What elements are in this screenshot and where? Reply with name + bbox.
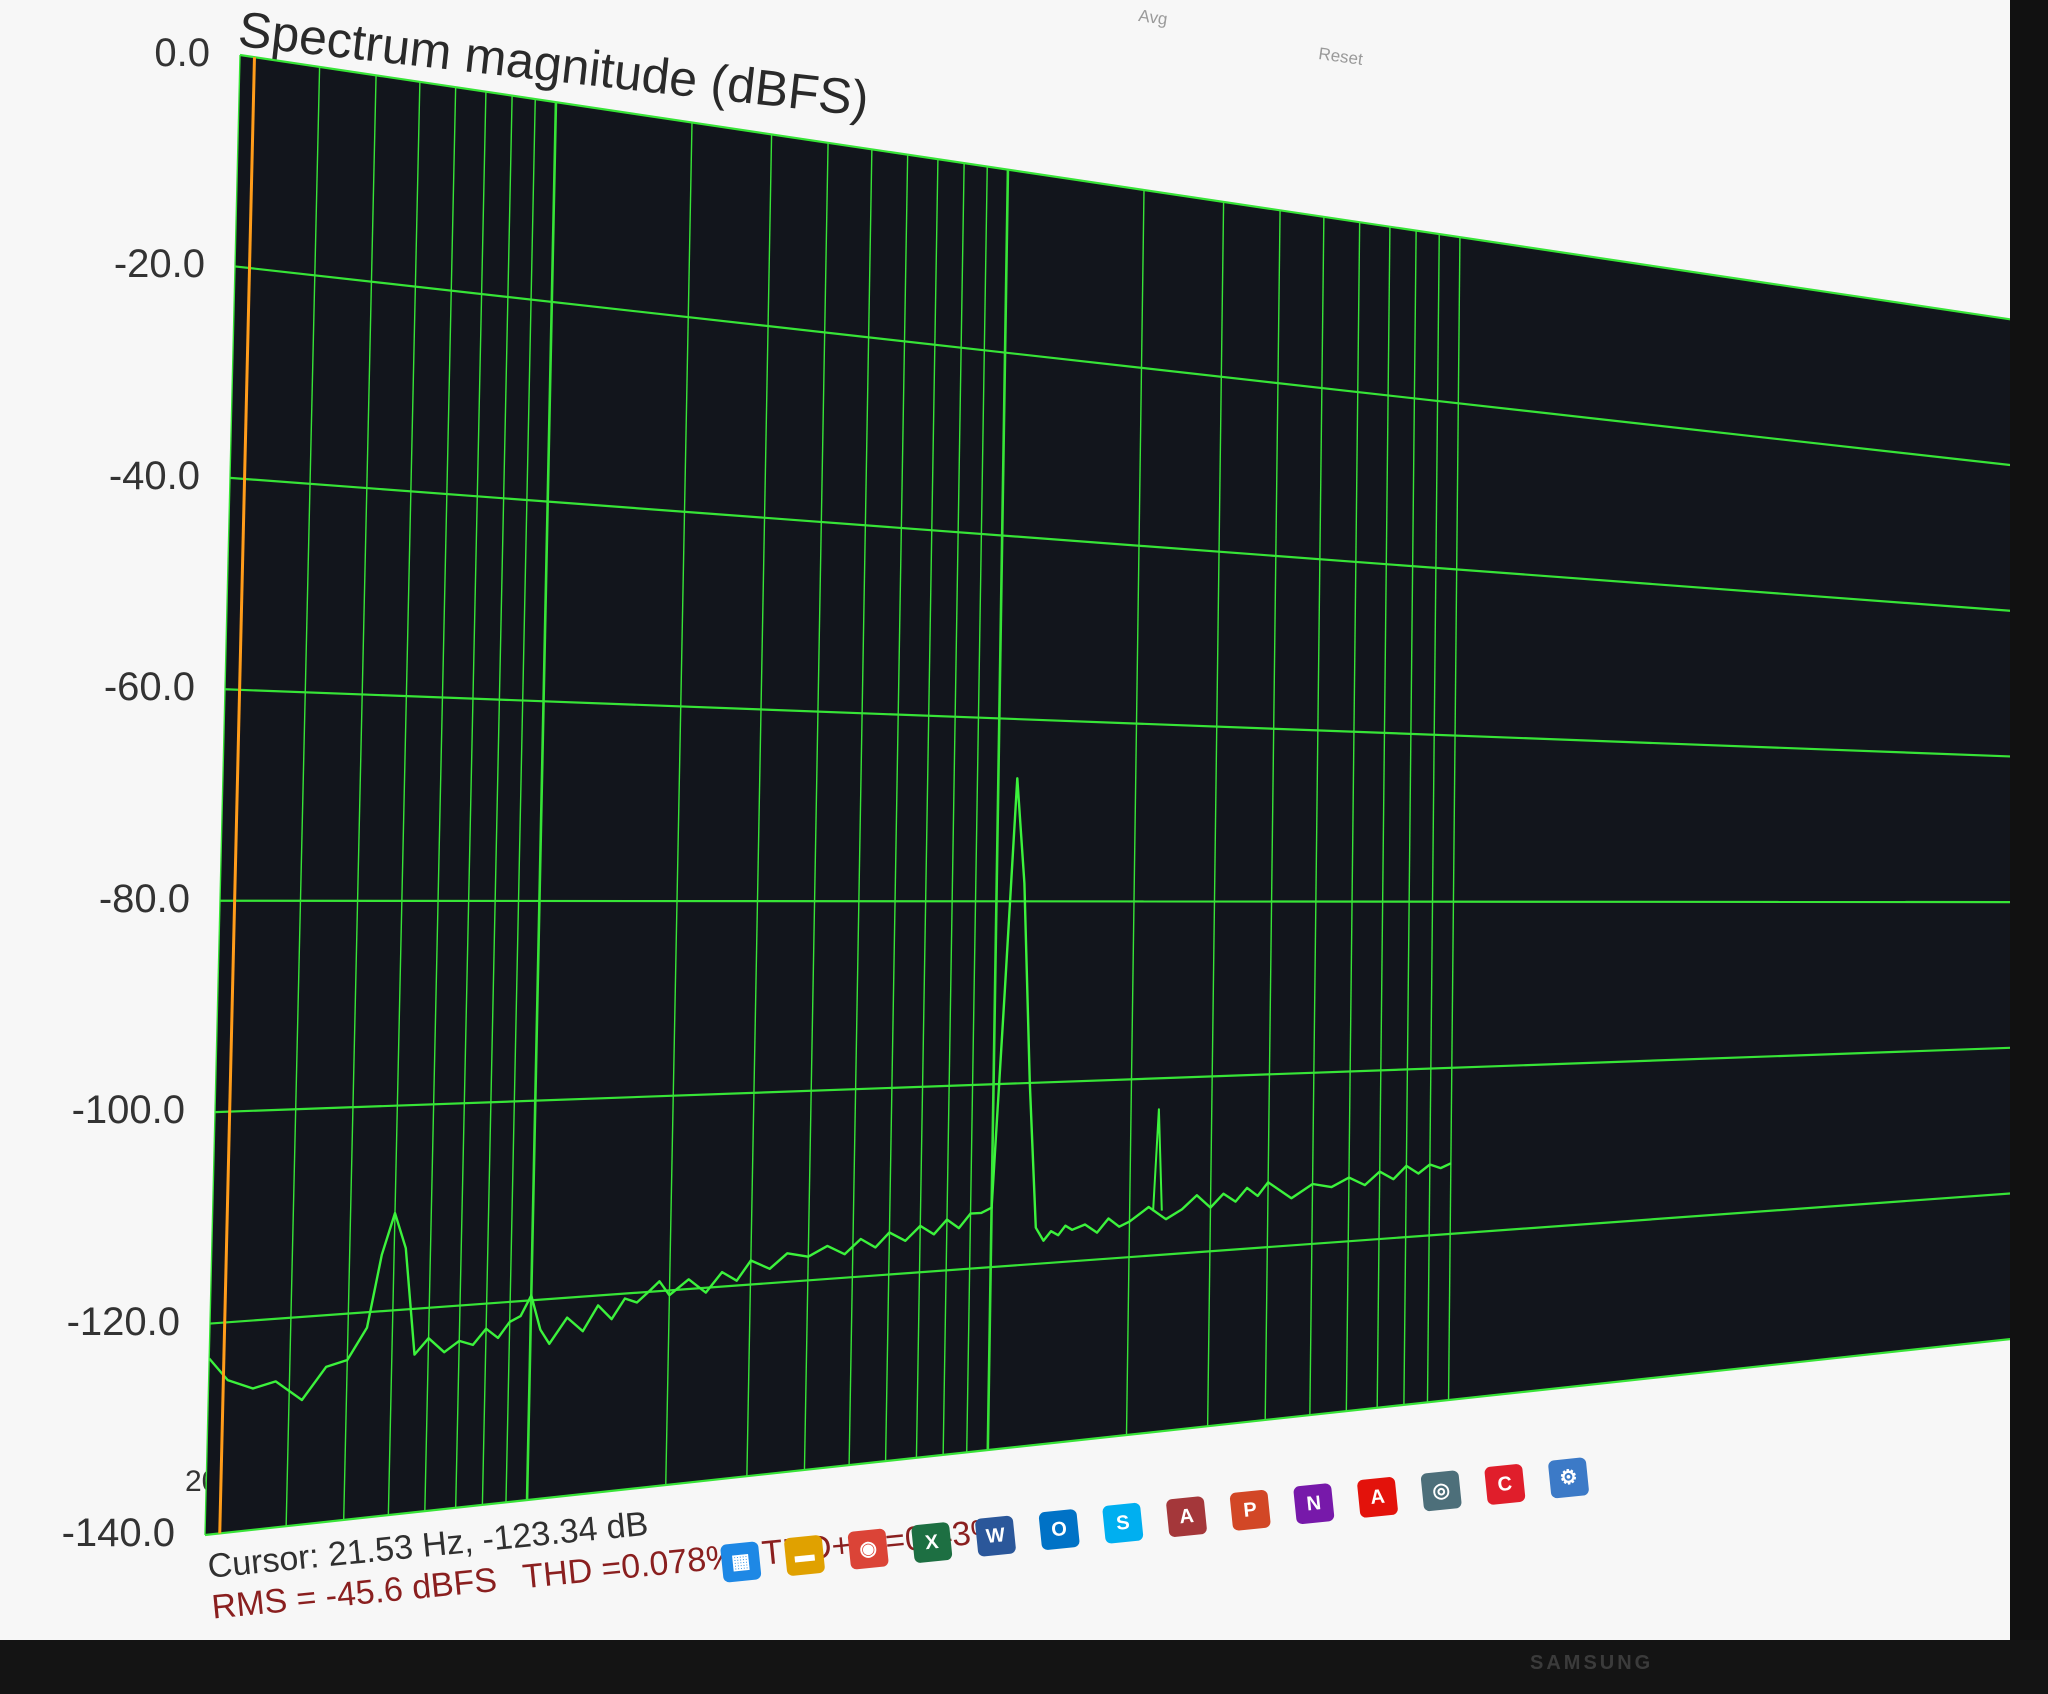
access-icon[interactable]: A <box>1165 1495 1208 1538</box>
monitor-brand-logo: SAMSUNG <box>1530 1652 1654 1674</box>
monitor-screen: Avg Reset Spectrum magnitude (dBFS) 0.0-… <box>0 0 2010 1640</box>
chrome-icon[interactable]: ◉ <box>847 1528 889 1570</box>
creative-cloud-icon[interactable]: C <box>1484 1463 1526 1506</box>
plot-area <box>205 55 2010 1535</box>
outlook-icon[interactable]: O <box>1038 1508 1081 1551</box>
onenote-icon[interactable]: N <box>1293 1482 1335 1525</box>
spectrum-chart <box>204 53 2010 1537</box>
windows-start-icon[interactable]: ▦ <box>720 1541 762 1583</box>
word-icon[interactable]: W <box>974 1515 1017 1557</box>
audio-app-icon[interactable]: ◎ <box>1420 1470 1463 1512</box>
monitor-bezel-bottom <box>0 1640 2048 1694</box>
file-explorer-icon[interactable]: ▬ <box>783 1534 826 1577</box>
excel-icon[interactable]: X <box>911 1521 953 1564</box>
acrobat-icon[interactable]: A <box>1356 1476 1399 1519</box>
monitor-bezel-right <box>2010 0 2048 1694</box>
grid-line-h <box>219 899 2010 904</box>
photo-stage: Avg Reset Spectrum magnitude (dBFS) 0.0-… <box>0 0 2048 1694</box>
settings-gear-icon[interactable]: ⚙ <box>1547 1457 1590 1499</box>
powerpoint-icon[interactable]: P <box>1229 1489 1272 1532</box>
skype-icon[interactable]: S <box>1102 1502 1144 1544</box>
